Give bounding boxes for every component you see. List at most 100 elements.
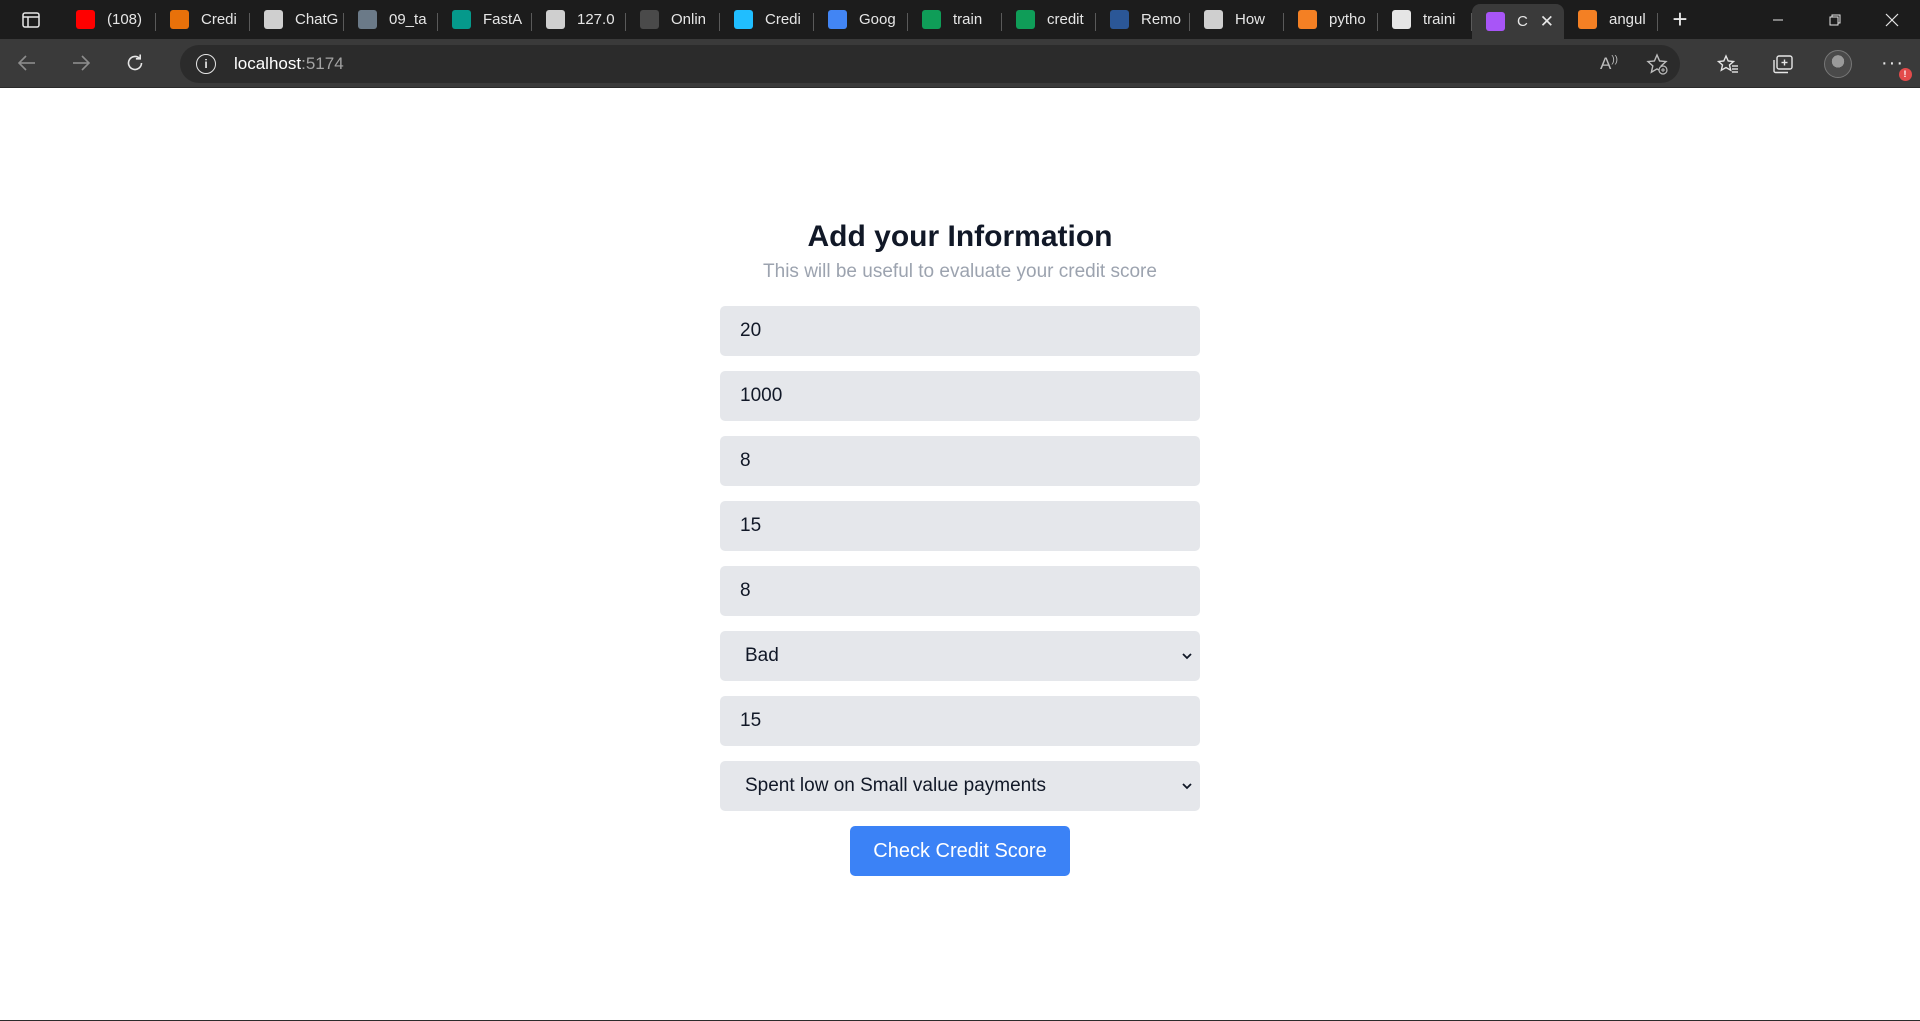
collections-button[interactable] [1755,39,1810,88]
browser-tab[interactable]: train [908,4,1002,36]
browser-tab[interactable]: ChatG [250,4,344,36]
article-icon [1204,10,1223,29]
toolbar-right: ···! [1700,39,1920,88]
browser-tab[interactable]: 09_ta [344,4,438,36]
tab-label: Goog [859,11,896,28]
input-field[interactable]: 20 [720,306,1200,356]
close-tab-icon[interactable]: ✕ [1540,12,1554,32]
tab-label: (108) [107,11,143,28]
stackoverflow-icon [1298,10,1317,29]
fastapi-icon [452,10,471,29]
arrow-right-icon [73,55,91,71]
browser-tab[interactable]: traini [1378,4,1472,36]
tab-label: train [953,11,983,28]
openai-icon [264,10,283,29]
browser-tab[interactable]: C ✕ [1472,4,1564,39]
google-docs-icon [828,10,847,29]
browser-tab[interactable]: Credi [720,4,814,36]
browser-tab[interactable]: credit [1002,4,1096,36]
tab-actions-icon [22,11,40,28]
submit-row: Check Credit Score [720,826,1200,876]
tab-label: traini [1423,11,1456,28]
colab-icon [170,10,189,29]
tab-label: credit [1047,11,1084,28]
refresh-icon [127,54,143,71]
input-field[interactable]: 15 [720,501,1200,551]
refresh-button[interactable] [108,39,162,88]
input-field[interactable]: 8 [720,436,1200,486]
check-credit-score-button[interactable]: Check Credit Score [850,826,1070,876]
page-title: Add your Information [807,220,1113,253]
document-search-icon [1392,10,1411,29]
field-value: 20 [740,320,762,341]
browser-tab[interactable]: angul [1564,4,1658,36]
url-host: localhost [234,54,302,73]
input-field[interactable]: 1000 [720,371,1200,421]
plus-icon: + [1672,4,1688,34]
forward-button[interactable] [54,39,108,88]
field-value: 15 [740,710,762,731]
tab-label: Remo [1141,11,1182,28]
browser-tab[interactable]: (108) [62,4,156,36]
kaggle-icon [734,10,753,29]
browser-tab[interactable]: 127.0 [532,4,626,36]
more-icon: ···! [1881,52,1912,81]
browser-tab[interactable]: Remo [1096,4,1190,36]
select-field[interactable]: Spent low on Small value payments [720,761,1200,811]
close-window-button[interactable] [1863,0,1920,39]
favorites-button[interactable] [1700,39,1755,88]
tab-actions-button[interactable] [0,0,62,39]
browser-tab[interactable]: pytho [1284,4,1378,36]
browser-tab[interactable]: Credi [156,4,250,36]
tab-label: angul [1609,11,1646,28]
restore-icon [1829,14,1840,25]
url-port: :5174 [301,54,344,73]
select-field[interactable]: Bad [720,631,1200,681]
input-field[interactable]: 8 [720,566,1200,616]
tab-label: How [1235,11,1266,28]
tab-label: 09_ta [389,11,427,28]
form-fields: 20 1000 8 15 8 Bad 15 Spent low on Small value … [720,306,1200,811]
arrow-left-icon [17,55,35,71]
tab-label: Credi [765,11,801,28]
collections-icon [1772,54,1793,73]
youtube-icon [76,10,95,29]
site-info-icon[interactable]: i [196,54,216,74]
browser-tab[interactable]: FastA [438,4,532,36]
page-subtitle: This will be useful to evaluate your cre… [763,261,1157,282]
restore-button[interactable] [1806,0,1863,39]
vite-icon [1486,12,1505,31]
field-value: 15 [740,515,762,536]
window-controls [1749,0,1920,39]
tab-label: ChatG [295,11,339,28]
minimize-button[interactable] [1749,0,1806,39]
notification-badge-icon: ! [1898,68,1912,81]
page-content: Add your Information This will be useful… [0,89,1920,1021]
address-toolbar: i localhost:5174 A)) ···! [0,39,1920,88]
browser-tab[interactable]: How [1190,4,1284,36]
read-aloud-icon[interactable]: A)) [1600,54,1618,74]
favorites-icon [1716,53,1738,73]
field-value: Bad [745,645,779,666]
google-sheets-icon [1016,10,1035,29]
profile-button[interactable] [1810,39,1865,88]
field-value: Spent low on Small value payments [745,775,1046,796]
browser-tab[interactable]: Onlin [626,4,720,36]
input-field[interactable]: 15 [720,696,1200,746]
chevron-down-icon [1182,783,1192,790]
field-value: 8 [740,580,751,601]
google-sheets-icon [922,10,941,29]
image-thumbnail-icon [358,10,377,29]
back-button[interactable] [0,39,54,88]
browser-tab[interactable]: Goog [814,4,908,36]
add-favorite-icon[interactable] [1646,53,1668,75]
close-icon [1885,13,1898,26]
field-value: 8 [740,450,751,471]
avatar [1823,49,1852,78]
minimize-icon [1772,19,1783,20]
url-bar[interactable]: i localhost:5174 A)) [180,45,1680,83]
settings-menu-button[interactable]: ···! [1865,39,1920,88]
url-bar-actions: A)) [1600,45,1668,83]
field-value: 1000 [740,385,783,406]
new-tab-button[interactable]: + [1658,0,1702,39]
